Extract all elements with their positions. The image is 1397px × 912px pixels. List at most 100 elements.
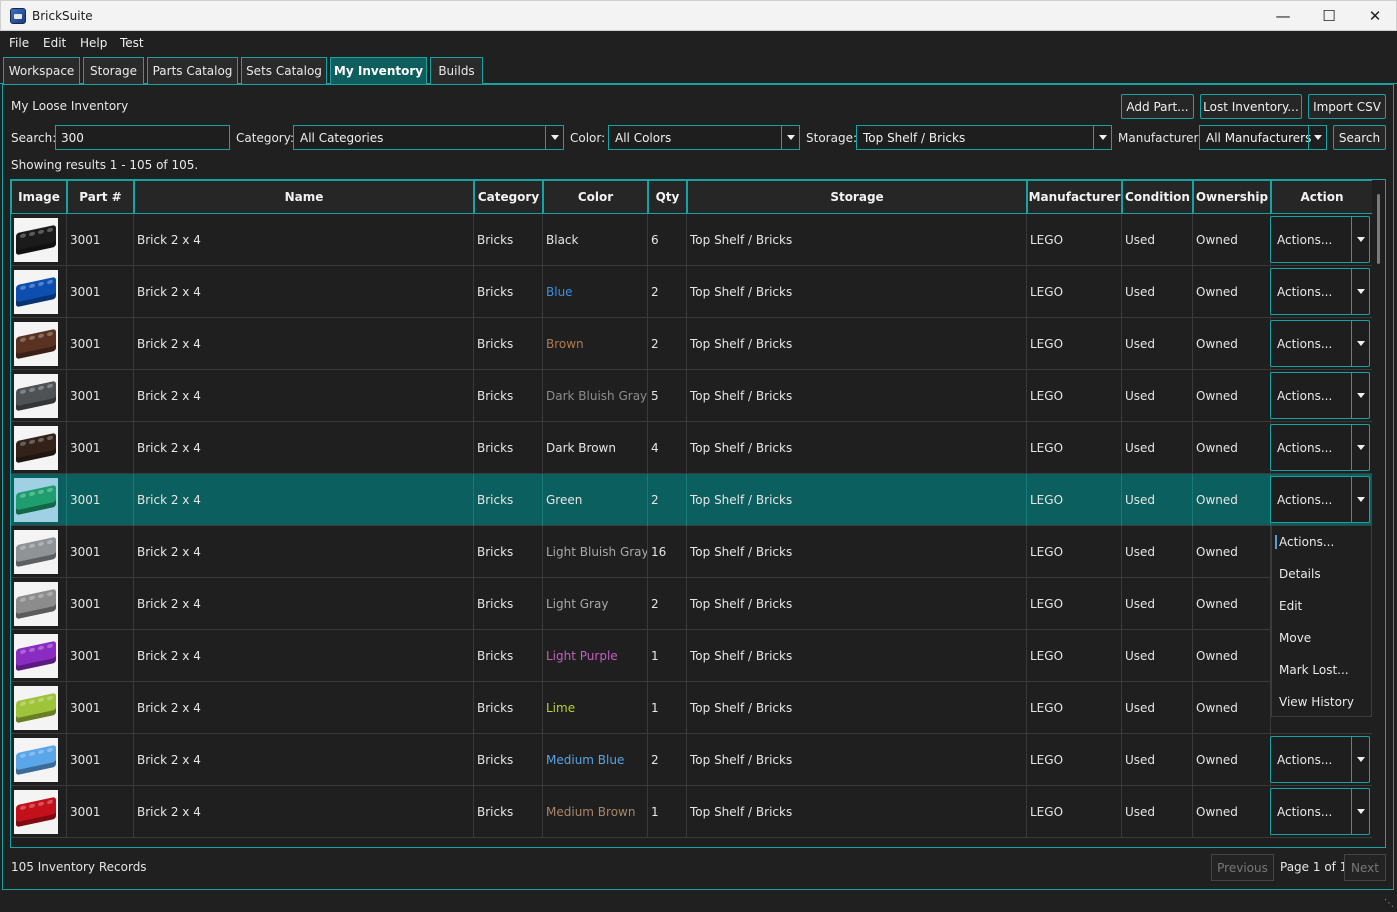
tab-builds[interactable]: Builds — [430, 57, 483, 84]
cell-qty: 6 — [648, 214, 687, 266]
tab-my-inventory[interactable]: My Inventory — [330, 57, 427, 84]
table-row[interactable]: 3001 Brick 2 x 4 Bricks Light Purple 1 Top Sh… — [11, 630, 1373, 682]
category-select[interactable]: All Categories — [293, 125, 564, 150]
cell-image — [11, 370, 67, 422]
menu-item-move[interactable]: Move — [1279, 631, 1311, 645]
storage-select[interactable]: Top Shelf / Bricks — [856, 125, 1112, 150]
row-actions-select[interactable]: Actions... — [1270, 216, 1370, 263]
cell-part: 3001 — [67, 786, 134, 838]
cell-image — [11, 630, 67, 682]
table-row[interactable]: 3001 Brick 2 x 4 Bricks Dark Bluish Gray 5 To… — [11, 370, 1373, 422]
add-part-button[interactable]: Add Part... — [1121, 94, 1194, 119]
menu-item-details[interactable]: Details — [1279, 567, 1321, 581]
cell-name: Brick 2 x 4 — [134, 318, 474, 370]
cell-storage: Top Shelf / Bricks — [687, 734, 1027, 786]
table-row[interactable]: 3001 Brick 2 x 4 Bricks Dark Brown 4 Top Shel… — [11, 422, 1373, 474]
cell-image — [11, 266, 67, 318]
chevron-down-icon — [781, 126, 799, 149]
next-page-button[interactable]: Next — [1344, 854, 1386, 881]
row-actions-select[interactable]: Actions... — [1270, 424, 1370, 471]
table-row[interactable]: 3001 Brick 2 x 4 Bricks Light Gray 2 Top Shel… — [11, 578, 1373, 630]
menu-help[interactable]: Help — [80, 36, 107, 50]
tab-parts-catalog[interactable]: Parts Catalog — [147, 57, 238, 84]
cell-condition: Used — [1122, 474, 1193, 526]
cell-ownership: Owned — [1193, 422, 1271, 474]
row-actions-select[interactable]: Actions... — [1270, 372, 1370, 419]
table-row[interactable]: 3001 Brick 2 x 4 Bricks Green 2 Top Shelf / B… — [11, 474, 1373, 526]
cell-ownership: Owned — [1193, 474, 1271, 526]
scrollbar-thumb[interactable] — [1377, 194, 1380, 264]
main-tabs: Workspace Storage Parts Catalog Sets Cat… — [0, 55, 1397, 84]
table-row[interactable]: 3001 Brick 2 x 4 Bricks Brown 2 Top Shelf / B… — [11, 318, 1373, 370]
menu-item-mark-lost[interactable]: Mark Lost... — [1279, 663, 1349, 677]
column-header-color[interactable]: Color — [543, 180, 648, 214]
cell-part: 3001 — [67, 526, 134, 578]
column-header-part[interactable]: Part # — [67, 180, 134, 214]
cell-name: Brick 2 x 4 — [134, 422, 474, 474]
brick-icon — [16, 432, 56, 464]
cell-storage: Top Shelf / Bricks — [687, 370, 1027, 422]
brick-thumbnail — [14, 374, 58, 418]
table-row[interactable]: 3001 Brick 2 x 4 Bricks Light Bluish Gray 16… — [11, 526, 1373, 578]
tab-storage[interactable]: Storage — [83, 57, 144, 84]
row-actions-select[interactable]: Actions... — [1270, 268, 1370, 315]
menu-file[interactable]: File — [9, 36, 29, 50]
row-actions-value: Actions... — [1277, 233, 1333, 247]
cell-manufacturer: LEGO — [1027, 734, 1122, 786]
row-actions-select[interactable]: Actions... — [1270, 476, 1370, 523]
row-actions-select[interactable]: Actions... — [1270, 320, 1370, 367]
brick-icon — [16, 380, 56, 412]
table-row[interactable]: 3001 Brick 2 x 4 Bricks Lime 1 Top Shelf / Br… — [11, 682, 1373, 734]
tab-sets-catalog[interactable]: Sets Catalog — [241, 57, 327, 84]
color-select[interactable]: All Colors — [608, 125, 800, 150]
menu-item-view-history[interactable]: View History — [1279, 695, 1354, 709]
table-row[interactable]: 3001 Brick 2 x 4 Bricks Blue 2 Top Shelf / Br… — [11, 266, 1373, 318]
cell-name: Brick 2 x 4 — [134, 370, 474, 422]
cell-condition: Used — [1122, 266, 1193, 318]
manufacturer-select[interactable]: All Manufacturers — [1199, 125, 1327, 150]
column-header-ownership[interactable]: Ownership — [1193, 180, 1271, 214]
brick-thumbnail — [14, 218, 58, 262]
menu-item-edit[interactable]: Edit — [1279, 599, 1302, 613]
column-header-qty[interactable]: Qty — [648, 180, 687, 214]
color-label: Color: — [570, 131, 606, 145]
row-actions-select[interactable]: Actions... — [1270, 788, 1370, 835]
column-header-storage[interactable]: Storage — [687, 180, 1027, 214]
storage-value: Top Shelf / Bricks — [863, 131, 966, 145]
table-scrollbar[interactable] — [1372, 180, 1384, 847]
table-row[interactable]: 3001 Brick 2 x 4 Bricks Medium Brown 1 Top Sh… — [11, 786, 1373, 838]
cell-condition: Used — [1122, 370, 1193, 422]
cell-image — [11, 734, 67, 786]
table-row[interactable]: 3001 Brick 2 x 4 Bricks Medium Blue 2 Top She… — [11, 734, 1373, 786]
close-button[interactable]: ✕ — [1352, 1, 1397, 31]
lost-inventory-button[interactable]: Lost Inventory... — [1200, 94, 1302, 119]
brick-thumbnail — [14, 530, 58, 574]
import-csv-button[interactable]: Import CSV — [1308, 94, 1386, 119]
tab-workspace[interactable]: Workspace — [3, 57, 80, 84]
previous-page-button[interactable]: Previous — [1211, 854, 1274, 881]
cell-qty: 1 — [648, 630, 687, 682]
column-header-condition[interactable]: Condition — [1122, 180, 1193, 214]
minimize-button[interactable]: — — [1260, 1, 1306, 31]
column-header-image[interactable]: Image — [11, 180, 67, 214]
menu-test[interactable]: Test — [120, 36, 144, 50]
maximize-button[interactable]: ☐ — [1306, 1, 1352, 31]
table-row[interactable]: 3001 Brick 2 x 4 Bricks Black 6 Top Shelf / B… — [11, 214, 1373, 266]
brick-thumbnail — [14, 270, 58, 314]
search-button[interactable]: Search — [1333, 125, 1386, 150]
cell-manufacturer: LEGO — [1027, 786, 1122, 838]
resize-grip-icon[interactable]: ⋱ — [1384, 899, 1394, 909]
column-header-manufacturer[interactable]: Manufacturer — [1027, 180, 1122, 214]
menu-edit[interactable]: Edit — [43, 36, 66, 50]
column-header-action[interactable]: Action — [1271, 180, 1373, 214]
column-header-name[interactable]: Name — [134, 180, 474, 214]
chevron-down-icon — [1351, 789, 1369, 834]
cell-category: Bricks — [474, 214, 543, 266]
menu-item-actions[interactable]: Actions... — [1279, 535, 1334, 549]
search-input[interactable]: 300 — [55, 125, 230, 150]
cell-condition: Used — [1122, 630, 1193, 682]
cell-part: 3001 — [67, 734, 134, 786]
column-header-category[interactable]: Category — [474, 180, 543, 214]
cell-category: Bricks — [474, 786, 543, 838]
row-actions-select[interactable]: Actions... — [1270, 736, 1370, 783]
